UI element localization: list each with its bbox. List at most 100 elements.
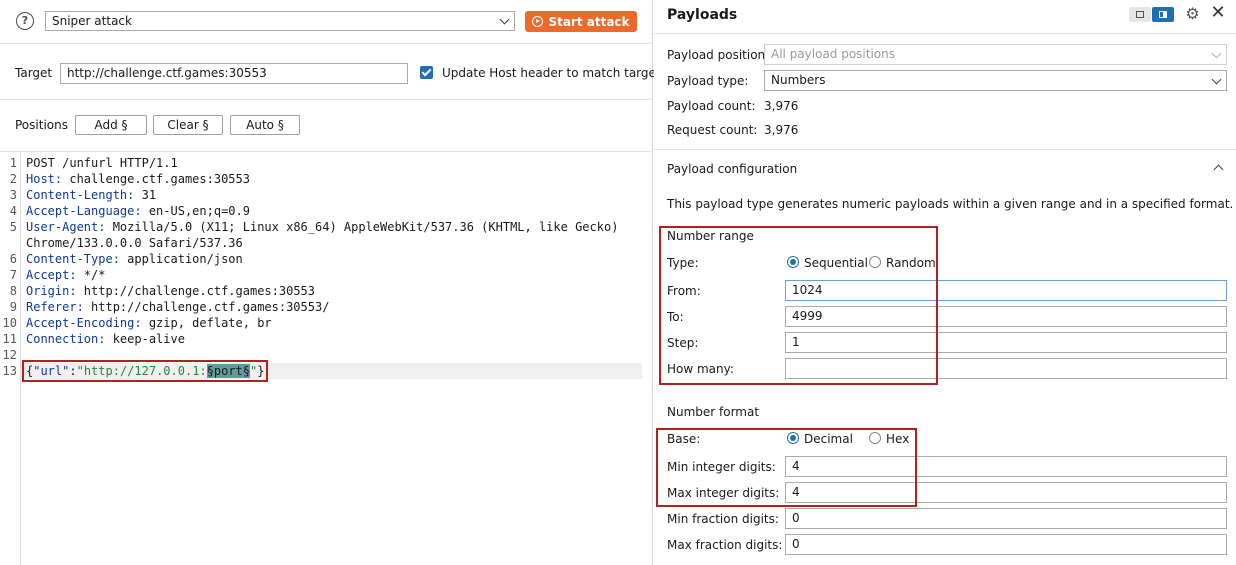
- max-fraction-digits-input[interactable]: 0: [785, 534, 1227, 555]
- request-line-text: Referer: http://challenge.ctf.games:3055…: [26, 299, 329, 315]
- request-line-text: Content-Length: 31: [26, 187, 156, 203]
- attack-type-select[interactable]: Sniper attack: [45, 11, 515, 31]
- payload-position-label: Payload position:: [667, 48, 770, 62]
- request-line-text: Origin: http://challenge.ctf.games:30553: [26, 283, 315, 299]
- payloads-pane: Payloads ⚙ ✕ Payload position: All paylo…: [654, 0, 1236, 565]
- payload-count-label: Payload count:: [667, 99, 756, 113]
- payload-configuration-title[interactable]: Payload configuration: [667, 162, 797, 176]
- header-value: challenge.ctf.games:30553: [62, 172, 250, 186]
- request-editor[interactable]: 1 POST /unfurl HTTP/1.1 2 Host: challenge.c…: [0, 153, 653, 565]
- request-line[interactable]: 7 Accept: */*: [0, 267, 653, 283]
- line-number: 7: [9, 268, 17, 282]
- payload-type-value: Numbers: [771, 73, 826, 87]
- line-number: 2: [9, 172, 17, 186]
- attack-config-pane: ? Sniper attack Start attack Target http…: [0, 0, 661, 565]
- line-number: 8: [9, 284, 17, 298]
- request-line-text: Content-Type: application/json: [26, 251, 243, 267]
- request-line[interactable]: 6 Content-Type: application/json: [0, 251, 653, 267]
- header-value: gzip, deflate, br: [141, 316, 272, 330]
- request-line-text: Chrome/133.0.0.0 Safari/537.36: [26, 236, 243, 250]
- request-line[interactable]: Chrome/133.0.0.0 Safari/537.36: [0, 235, 653, 251]
- line-number: 11: [2, 332, 17, 346]
- auto-markers-button[interactable]: Auto §: [230, 115, 300, 135]
- line-number: 5: [9, 220, 17, 234]
- header-value: 31: [134, 188, 157, 202]
- max-fraction-digits-label: Max fraction digits:: [667, 538, 783, 552]
- chevron-down-icon: [1211, 48, 1222, 59]
- line-number: 13: [2, 364, 17, 378]
- update-host-label: Update Host header to match target: [442, 66, 661, 80]
- min-fraction-digits-label: Min fraction digits:: [667, 512, 779, 526]
- header-value: http://challenge.ctf.games:30553/: [83, 300, 330, 314]
- header-name: Accept-Language:: [26, 204, 142, 218]
- positions-label: Positions: [15, 118, 68, 132]
- request-line[interactable]: 8 Origin: http://challenge.ctf.games:3055…: [0, 283, 653, 299]
- line-number: 4: [9, 204, 17, 218]
- payload-count-value: 3,976: [764, 99, 799, 113]
- request-line[interactable]: 1 POST /unfurl HTTP/1.1: [0, 155, 653, 171]
- header-value: Mozilla/5.0 (X11; Linux x86_64) AppleWeb…: [105, 220, 619, 234]
- request-line[interactable]: 5 User-Agent: Mozilla/5.0 (X11; Linux x86…: [0, 219, 653, 235]
- payload-position-select: All payload positions: [764, 44, 1227, 65]
- target-bar: Target http://challenge.ctf.games:30553 …: [0, 45, 661, 100]
- line-number: 6: [9, 252, 17, 266]
- header-name: Referer:: [26, 300, 84, 314]
- request-line-text: Accept-Encoding: gzip, deflate, br: [26, 315, 272, 331]
- line-number: 12: [2, 348, 17, 362]
- list-layout-icon: [1136, 11, 1144, 18]
- chevron-down-icon: [499, 14, 510, 25]
- request-count-value: 3,976: [764, 123, 799, 137]
- min-fraction-digits-input[interactable]: 0: [785, 508, 1227, 529]
- request-line[interactable]: 10 Accept-Encoding: gzip, deflate, br: [0, 315, 653, 331]
- request-line[interactable]: 3 Content-Length: 31: [0, 187, 653, 203]
- gear-icon[interactable]: ⚙: [1185, 6, 1200, 22]
- line-number: 1: [9, 156, 17, 170]
- payload-type-select[interactable]: Numbers: [764, 70, 1227, 91]
- header-name: Accept-Encoding:: [26, 316, 142, 330]
- divider: [654, 33, 1236, 34]
- close-icon[interactable]: ✕: [1210, 4, 1226, 22]
- request-line[interactable]: 9 Referer: http://challenge.ctf.games:305…: [0, 299, 653, 315]
- header-name: Accept:: [26, 268, 77, 282]
- header-name: Content-Type:: [26, 252, 120, 266]
- add-marker-button[interactable]: Add §: [75, 115, 147, 135]
- request-line-text: Host: challenge.ctf.games:30553: [26, 171, 250, 187]
- request-line[interactable]: 11 Connection: keep-alive: [0, 331, 653, 347]
- line-number: 3: [9, 188, 17, 202]
- request-count-label: Request count:: [667, 123, 758, 137]
- help-icon[interactable]: ?: [16, 12, 34, 30]
- header-value: application/json: [119, 252, 243, 266]
- layout-list-button[interactable]: [1129, 7, 1151, 22]
- highlight-box: [656, 428, 917, 507]
- target-label: Target: [15, 66, 53, 80]
- header-name: Origin:: [26, 284, 77, 298]
- request-line[interactable]: 2 Host: challenge.ctf.games:30553: [0, 171, 653, 187]
- layout-toggle: [1129, 7, 1175, 22]
- start-attack-label: Start attack: [548, 14, 630, 29]
- clear-markers-button[interactable]: Clear §: [153, 115, 223, 135]
- header-value: */*: [76, 268, 106, 282]
- target-url-input[interactable]: http://challenge.ctf.games:30553: [60, 63, 408, 84]
- update-host-checkbox[interactable]: [420, 66, 433, 79]
- payloads-title: Payloads: [667, 7, 738, 23]
- positions-bar: Positions Add § Clear § Auto §: [0, 101, 653, 152]
- split-layout-icon: [1159, 11, 1167, 18]
- header-name: User-Agent:: [26, 220, 106, 234]
- layout-split-button[interactable]: [1152, 7, 1174, 22]
- chevron-up-icon[interactable]: [1213, 164, 1224, 175]
- request-line-text: Accept: */*: [26, 267, 105, 283]
- number-format-title: Number format: [667, 405, 760, 419]
- divider: [654, 149, 1236, 150]
- header-name: Host:: [26, 172, 63, 186]
- attack-toolbar: ? Sniper attack Start attack: [0, 0, 653, 44]
- line-number: 10: [2, 316, 17, 330]
- request-line-text: Connection: keep-alive: [26, 331, 185, 347]
- config-description: This payload type generates numeric payl…: [667, 197, 1234, 211]
- start-attack-button[interactable]: Start attack: [525, 11, 637, 32]
- attack-type-value: Sniper attack: [52, 14, 132, 28]
- highlight-box: [659, 226, 938, 385]
- play-icon: [532, 16, 544, 27]
- request-line-text: User-Agent: Mozilla/5.0 (X11; Linux x86_…: [26, 219, 618, 235]
- request-line[interactable]: 4 Accept-Language: en-US,en;q=0.9: [0, 203, 653, 219]
- payload-position-value: All payload positions: [771, 47, 896, 61]
